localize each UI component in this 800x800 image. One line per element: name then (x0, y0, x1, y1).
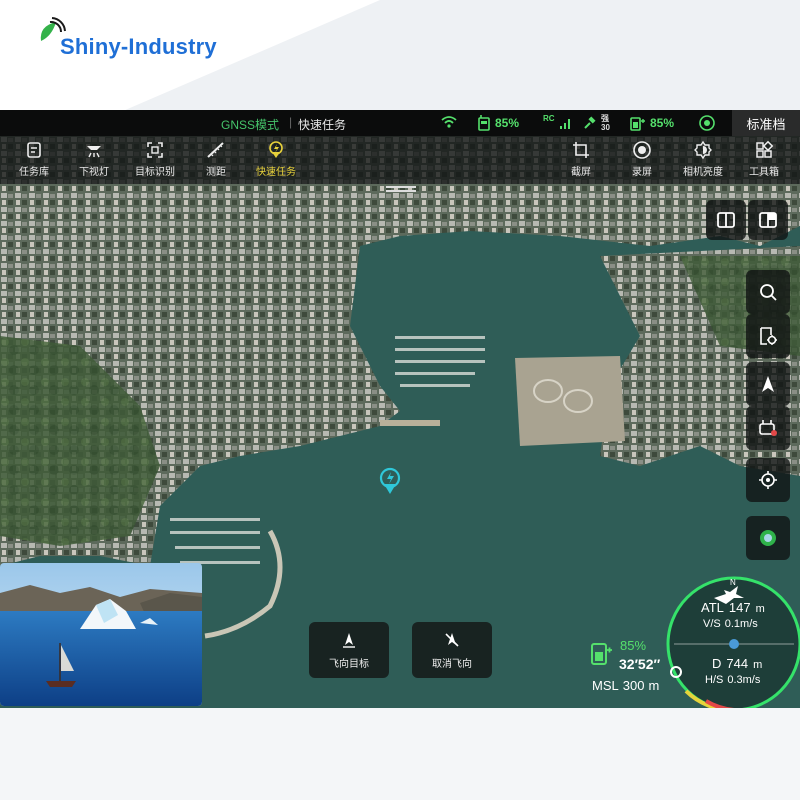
remote-location-button[interactable] (746, 406, 790, 450)
telemetry-vs: V/S 0.1m/s (703, 618, 758, 630)
flight-mode-button[interactable]: 标准档 (732, 110, 800, 136)
fly-to-target-icon (340, 631, 358, 649)
rtk-status-icon (698, 114, 716, 132)
map-settings-icon (757, 325, 779, 347)
tool-label: 快速任务 (256, 163, 296, 178)
task-name: 快速任务 (298, 116, 346, 133)
telemetry-flight-time: 32′52′′ (619, 656, 660, 672)
cancel-fly-to-icon (443, 631, 461, 649)
status-bar: GNSS模式 | 快速任务 85% RC (0, 110, 800, 136)
signal-bars-icon (559, 116, 573, 130)
map-mode-icon (757, 527, 779, 549)
tool-ruler[interactable]: 测距 (188, 140, 244, 180)
drone-battery-status-icon (590, 640, 614, 668)
telemetry-msl: MSL 300 m (592, 678, 659, 693)
search-icon (757, 281, 779, 303)
status-separator: | (289, 115, 292, 129)
tool-label: 下视灯 (79, 163, 109, 178)
down-light-icon (84, 140, 104, 160)
rc-signal: RC (543, 114, 573, 132)
top-toolbar: 任务库 下视灯 目标识别 测距 快速任务 截屏 (0, 136, 800, 184)
navigate-button[interactable] (746, 362, 790, 406)
tool-toolbox[interactable]: 工具箱 (736, 140, 792, 180)
attitude-compass (666, 576, 800, 708)
atl-label: ATL (701, 600, 724, 615)
telemetry-battery: 85% (620, 638, 646, 653)
msl-unit: m (648, 678, 659, 693)
ruler-icon (206, 140, 226, 160)
rc-label: RC (543, 114, 555, 123)
tool-camera-brightness[interactable]: 相机亮度 (675, 140, 731, 180)
rc-battery: 85% (477, 114, 519, 132)
locate-button[interactable] (746, 458, 790, 502)
wifi-icon (441, 115, 457, 129)
distance-unit: m (753, 659, 762, 671)
record-icon (632, 140, 652, 160)
quick-task-icon (266, 140, 286, 160)
tool-label: 工具箱 (749, 163, 779, 178)
task-library-icon (24, 140, 44, 160)
signal-value: 30 (601, 123, 610, 132)
cancel-fly-to-button[interactable]: 取消飞向 (412, 622, 492, 678)
screenshot-root: Shiny-Industry (0, 0, 800, 800)
tool-label: 测距 (206, 163, 226, 178)
remote-location-icon (757, 417, 779, 439)
navigation-arrow-icon (757, 373, 779, 395)
msl-value: 300 (623, 678, 645, 693)
vs-value: 0.1m/s (725, 618, 758, 630)
layout-single-button[interactable] (706, 200, 746, 240)
layout-split-button[interactable] (748, 200, 788, 240)
camera-feed-thumbnail[interactable] (0, 563, 202, 706)
tool-screenshot[interactable]: 截屏 (553, 140, 609, 180)
tool-task-library[interactable]: 任务库 (6, 140, 62, 180)
remote-controller-icon (477, 115, 491, 131)
rc-battery-value: 85% (495, 116, 519, 130)
hs-label: H/S (705, 674, 723, 686)
tool-record[interactable]: 录屏 (614, 140, 670, 180)
tool-label: 目标识别 (135, 163, 175, 178)
tool-label: 截屏 (571, 163, 591, 178)
drone-battery: 85% (630, 114, 674, 132)
single-view-icon (715, 209, 737, 231)
atl-unit: m (756, 603, 765, 615)
drag-handle[interactable] (386, 186, 416, 192)
map-settings-button[interactable] (746, 314, 790, 358)
distance-label: D (712, 656, 721, 671)
atl-value: 147 (729, 600, 751, 615)
toolbox-icon (754, 140, 774, 160)
distance-value: 744 (726, 656, 748, 671)
signal-strength: 强 (601, 114, 610, 123)
telemetry-atl: ATL 147 m (701, 600, 765, 615)
tool-label: 任务库 (19, 163, 49, 178)
map-mode-button[interactable] (746, 516, 790, 560)
compass-north-label: N (730, 578, 736, 587)
drone-battery-value: 85% (650, 116, 674, 130)
locate-target-icon (757, 469, 779, 491)
hs-value: 0.3m/s (727, 674, 760, 686)
gnss-mode[interactable]: GNSS模式 (221, 116, 279, 133)
tool-label: 相机亮度 (683, 163, 723, 178)
image-signal: 强 30 (583, 114, 610, 132)
telemetry-distance: D 744 m (712, 656, 762, 671)
msl-label: MSL (592, 678, 619, 693)
cancel-fly-to-label: 取消飞向 (432, 655, 472, 670)
target-recognition-icon (145, 140, 165, 160)
search-button[interactable] (746, 270, 790, 314)
split-view-icon (757, 209, 779, 231)
tool-label: 录屏 (632, 163, 652, 178)
screenshot-icon (571, 140, 591, 160)
brand-header: Shiny-Industry (0, 0, 800, 110)
vs-label: V/S (703, 618, 721, 630)
satellite-icon (583, 116, 597, 130)
fly-to-target-label: 飞向目标 (329, 655, 369, 670)
drone-battery-icon (630, 115, 646, 131)
telemetry-hs: H/S 0.3m/s (705, 674, 760, 686)
brand-name: Shiny-Industry (60, 34, 217, 60)
tool-target-recognition[interactable]: 目标识别 (127, 140, 183, 180)
tool-down-light[interactable]: 下视灯 (66, 140, 122, 180)
camera-brightness-icon (693, 140, 713, 160)
fly-to-target-button[interactable]: 飞向目标 (309, 622, 389, 678)
tool-quick-task[interactable]: 快速任务 (248, 140, 304, 180)
